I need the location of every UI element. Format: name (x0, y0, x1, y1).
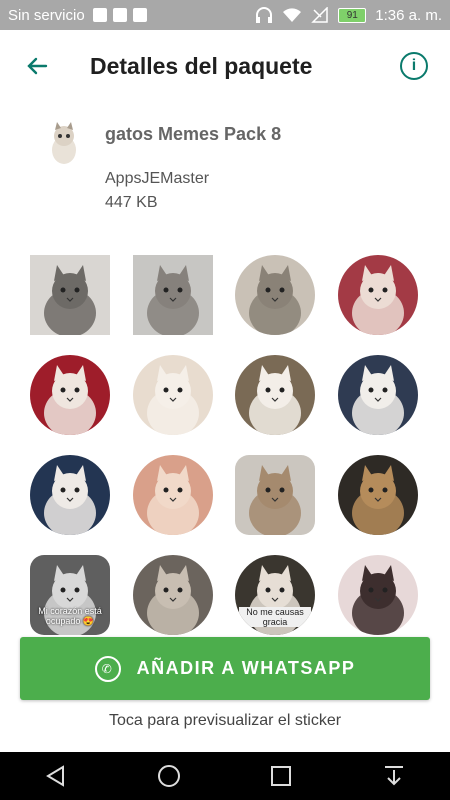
nav-bar (0, 752, 450, 800)
sticker-caption: No me causas gracia (239, 607, 311, 627)
sticker-1[interactable] (30, 255, 110, 335)
info-icon: i (411, 57, 417, 74)
sticker-15[interactable]: No me causas gracia (235, 555, 315, 635)
notification-icon (92, 8, 107, 22)
sticker-6[interactable] (133, 355, 213, 435)
home-nav-button[interactable] (152, 759, 186, 793)
sticker-12[interactable] (338, 455, 418, 535)
pack-name: gatos Memes Pack 8 (105, 124, 282, 144)
sticker-2[interactable] (133, 255, 213, 335)
app-bar: Detalles del paquete i (0, 30, 450, 102)
image-icon (132, 8, 147, 22)
pack-publisher: AppsJEMaster (105, 170, 210, 187)
battery-icon: 91 (338, 7, 367, 23)
pack-size: 447 KB (105, 194, 158, 211)
sticker-4[interactable] (338, 255, 418, 335)
sticker-14[interactable] (133, 555, 213, 635)
info-button[interactable]: i (400, 52, 428, 80)
sticker-grid: Mi corazón está ocupado 😍 No me causas gr… (0, 250, 450, 635)
status-right: 91 1:36 a. m. (255, 7, 442, 24)
add-button-label: AÑADIR A WHATSAPP (136, 658, 356, 678)
bluetooth-icon (112, 8, 127, 22)
back-nav-button[interactable] (39, 759, 73, 793)
preview-hint: Toca para previsualizar el sticker (108, 712, 342, 729)
notifications-nav-button[interactable] (377, 759, 411, 793)
recents-nav-button[interactable] (264, 759, 298, 793)
sticker-10[interactable] (133, 455, 213, 535)
back-triangle-icon (46, 765, 65, 787)
no-signal-icon (311, 7, 329, 23)
carrier-label: Sin servicio (8, 6, 85, 24)
page-title: Detalles del paquete (90, 52, 313, 79)
sticker-11[interactable] (235, 455, 315, 535)
whatsapp-icon: ✆ (94, 655, 121, 682)
status-bar: Sin servicio 91 1:36 a. m. (0, 0, 450, 30)
sticker-5[interactable] (30, 355, 110, 435)
sticker-caption: Mi corazón está ocupado 😍 (38, 606, 102, 626)
sticker-16[interactable] (338, 555, 418, 635)
pack-details: gatos Memes Pack 8 AppsJEMaster 447 KB (0, 110, 450, 230)
recents-square-icon (271, 766, 292, 786)
download-arrow-icon (384, 766, 403, 786)
sticker-13[interactable]: Mi corazón está ocupado 😍 (30, 555, 110, 635)
add-to-whatsapp-button[interactable]: ✆ AÑADIR A WHATSAPP (20, 637, 430, 700)
home-circle-icon (157, 765, 180, 787)
sticker-7[interactable] (235, 355, 315, 435)
pack-tray-image (48, 120, 80, 166)
headphones-icon (256, 7, 273, 23)
back-button[interactable] (22, 51, 52, 81)
sticker-8[interactable] (338, 355, 418, 435)
sticker-9[interactable] (30, 455, 110, 535)
time-label: 1:36 a. m. (375, 6, 442, 24)
arrow-left-icon (27, 57, 48, 75)
sticker-3[interactable] (235, 255, 315, 335)
status-icons (92, 8, 147, 22)
wifi-icon (283, 8, 302, 22)
